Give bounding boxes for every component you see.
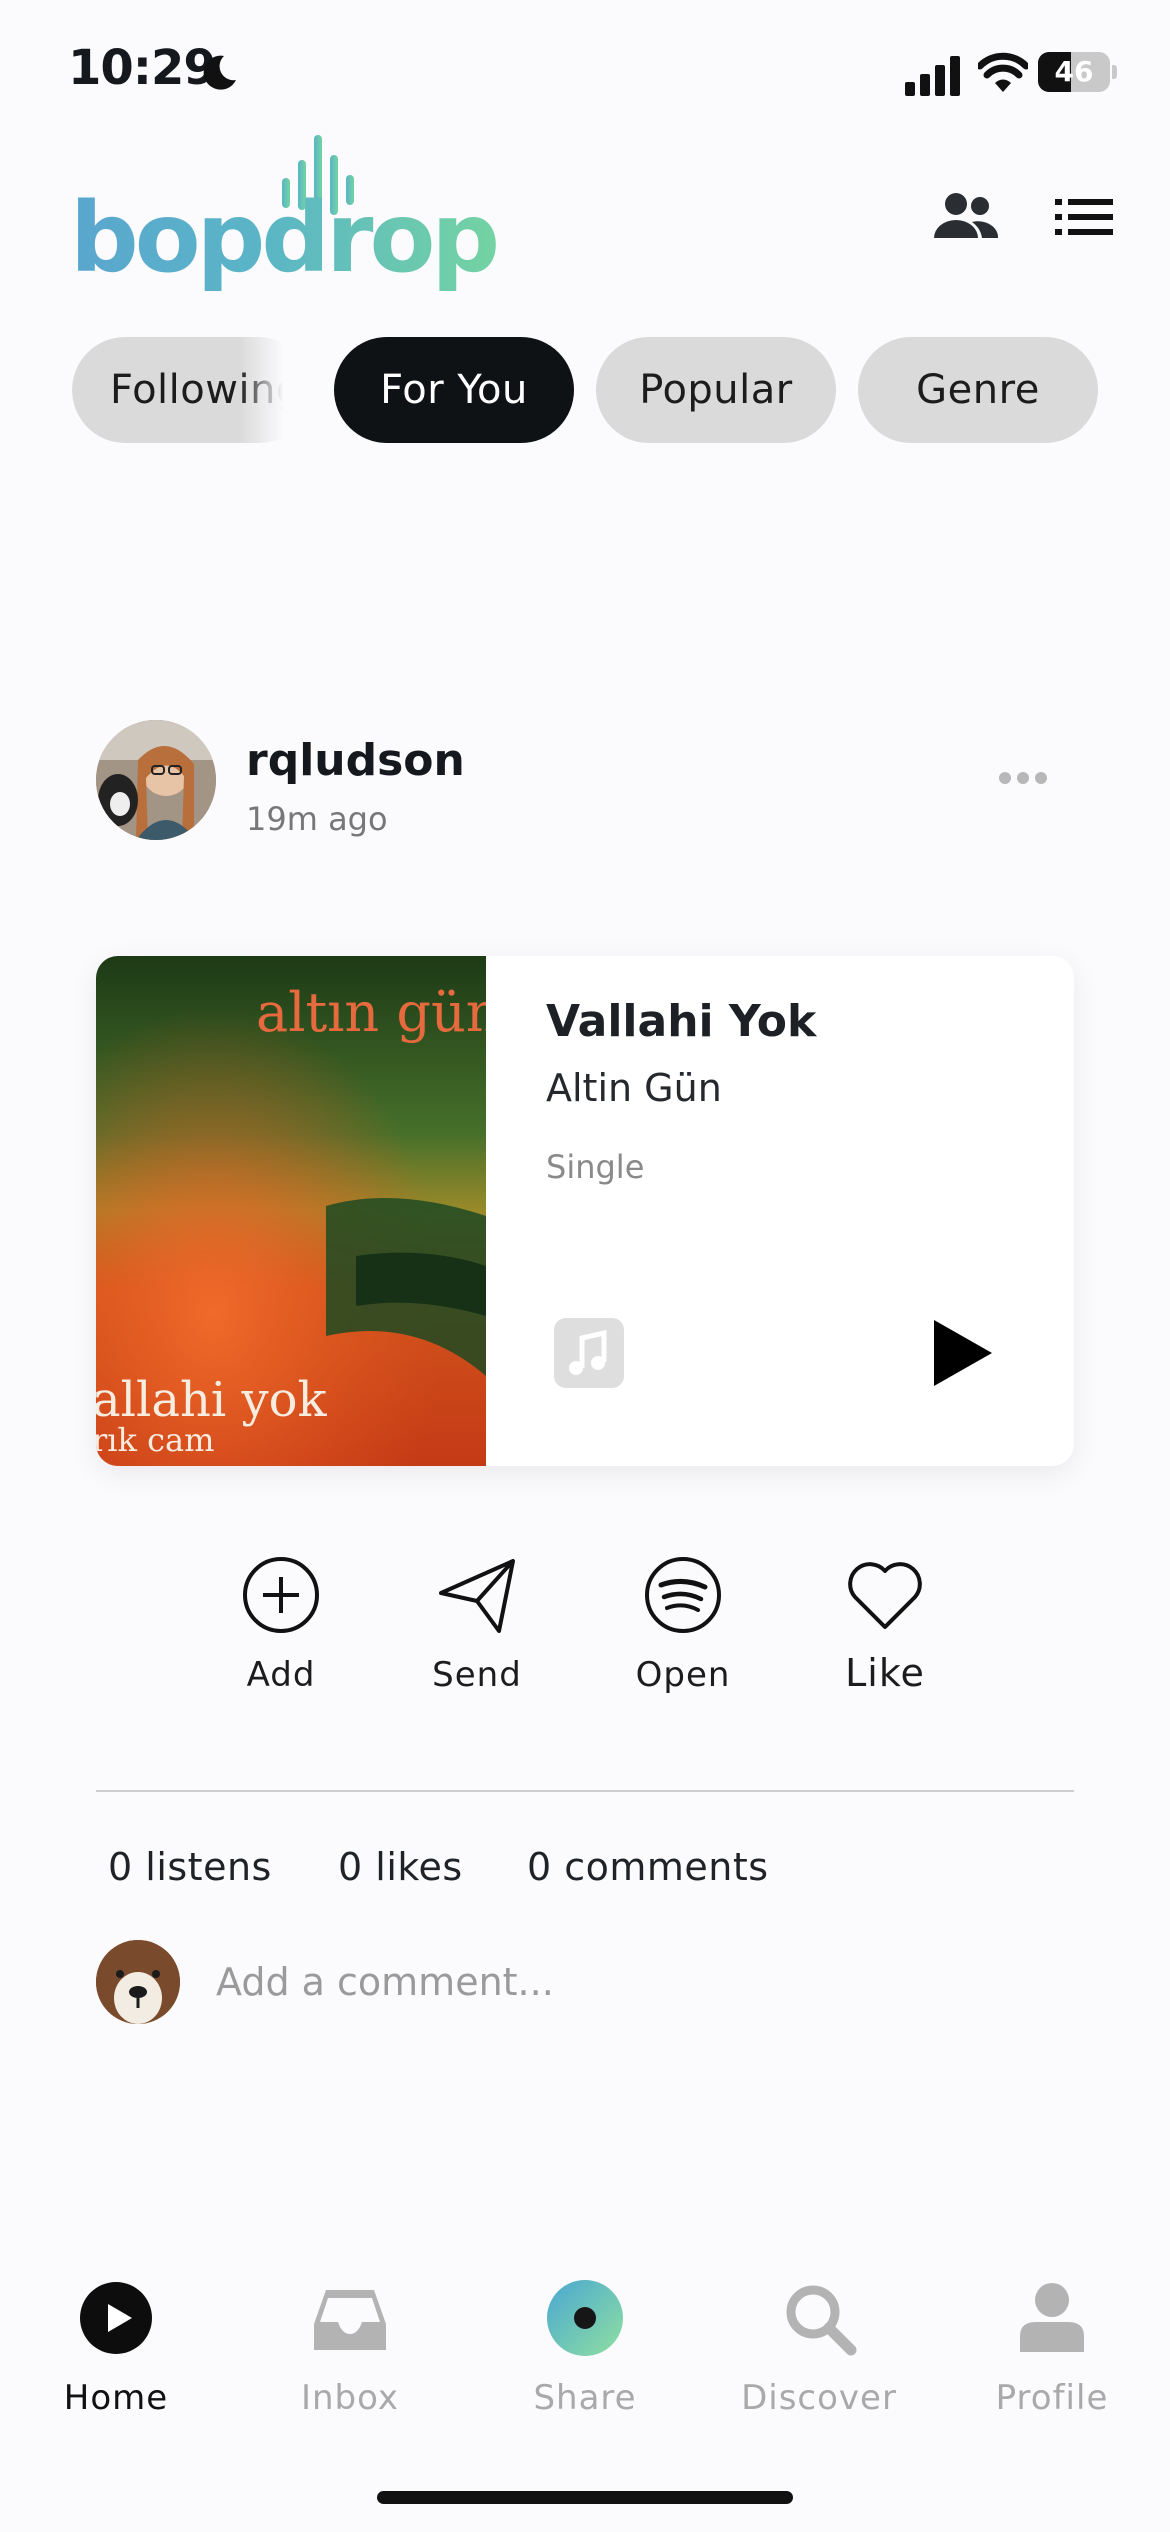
share-orb-icon xyxy=(547,2280,623,2356)
nav-inbox-label: Inbox xyxy=(300,2378,400,2418)
user-avatar[interactable] xyxy=(96,720,216,840)
post-username[interactable]: rqludson xyxy=(246,735,465,786)
home-indicator xyxy=(377,2491,793,2504)
like-button[interactable]: Like xyxy=(810,1555,960,1705)
send-label: Send xyxy=(432,1655,522,1695)
heart-icon xyxy=(848,1562,922,1629)
track-card[interactable]: altın gün allahi yok rık cam Vallahi Yok… xyxy=(96,956,1074,1466)
nav-inbox[interactable]: Inbox xyxy=(250,2270,450,2418)
track-artist[interactable]: Altin Gün xyxy=(546,1066,722,1110)
album-art-song: allahi yok xyxy=(96,1372,327,1428)
list-icon[interactable] xyxy=(1055,197,1113,237)
divider xyxy=(96,1790,1074,1792)
tab-following[interactable]: Following xyxy=(72,337,312,443)
wifi-icon xyxy=(978,52,1028,92)
battery-percent: 46 xyxy=(1054,55,1094,88)
nav-home[interactable]: Home xyxy=(16,2270,216,2418)
nav-share[interactable]: Share xyxy=(485,2270,685,2418)
tab-popular[interactable]: Popular xyxy=(596,337,836,443)
spotify-icon xyxy=(645,1557,721,1633)
plus-circle-icon xyxy=(243,1557,319,1633)
nav-profile-label: Profile xyxy=(995,2378,1109,2418)
nav-discover-label: Discover xyxy=(741,2378,897,2418)
tab-genre[interactable]: Genre xyxy=(858,337,1098,443)
signal-icon xyxy=(905,56,960,96)
bopdrop-logo: bopdrop xyxy=(70,130,500,294)
status-time: 10:29 xyxy=(68,40,217,96)
play-icon[interactable] xyxy=(926,1318,996,1388)
logo-wordmark: bopdrop xyxy=(70,182,500,294)
feed-tabs: Following For You Popular Genre xyxy=(72,337,1112,443)
album-art-title: altın gün xyxy=(256,981,486,1044)
comment-input[interactable] xyxy=(216,1952,1036,2012)
open-spotify-button[interactable]: Open xyxy=(608,1555,758,1705)
profile-icon xyxy=(1020,2283,1084,2352)
open-label: Open xyxy=(635,1655,731,1695)
tab-for-you[interactable]: For You xyxy=(334,337,574,443)
send-button[interactable]: Send xyxy=(402,1555,552,1705)
more-options-icon[interactable] xyxy=(996,760,1050,796)
listens-count[interactable]: 0 listens xyxy=(108,1845,272,1889)
nav-share-label: Share xyxy=(533,2378,637,2418)
album-art: altın gün allahi yok rık cam xyxy=(96,956,486,1466)
track-title: Vallahi Yok xyxy=(546,996,817,1047)
home-play-icon xyxy=(80,2282,152,2354)
likes-count[interactable]: 0 likes xyxy=(338,1845,463,1889)
comments-count[interactable]: 0 comments xyxy=(527,1845,769,1889)
music-note-icon[interactable] xyxy=(554,1318,624,1388)
add-label: Add xyxy=(246,1655,316,1695)
album-art-sub: rık cam xyxy=(96,1421,214,1459)
battery-indicator: 46 xyxy=(1038,52,1117,92)
nav-discover[interactable]: Discover xyxy=(719,2270,919,2418)
friends-icon[interactable] xyxy=(930,190,1000,240)
moon-icon xyxy=(203,55,236,90)
search-icon xyxy=(786,2285,857,2356)
post-timestamp: 19m ago xyxy=(246,800,388,838)
track-type: Single xyxy=(546,1148,645,1186)
inbox-icon xyxy=(314,2290,386,2350)
add-button[interactable]: Add xyxy=(206,1555,356,1705)
paper-plane-icon xyxy=(439,1559,515,1633)
nav-home-label: Home xyxy=(63,2378,169,2418)
like-label: Like xyxy=(845,1651,925,1695)
my-avatar xyxy=(96,1940,180,2024)
nav-profile[interactable]: Profile xyxy=(952,2270,1152,2418)
